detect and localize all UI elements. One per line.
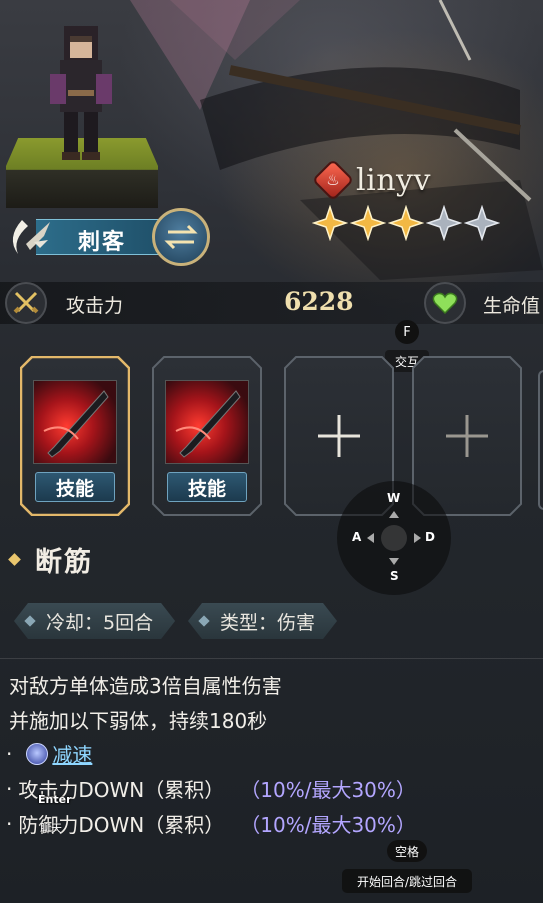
skill-tag: 技能	[35, 472, 115, 502]
debuff-def-row: · 防御力DOWN（累积） （10%/最大30%）	[6, 809, 416, 838]
skill-slot-2[interactable]: 技能	[152, 356, 262, 516]
diamond-icon	[8, 553, 21, 566]
swap-class-button[interactable]	[152, 208, 210, 266]
divider	[0, 658, 543, 659]
slow-clock-icon	[26, 742, 49, 765]
swap-arrows-icon	[164, 224, 198, 250]
debuff-slow-row: · 减速	[6, 739, 92, 768]
skill-description-line-1: 对敌方单体造成3倍自属性伤害	[9, 674, 282, 698]
turn-key-hint: 空格	[387, 840, 427, 862]
skill-slot-1[interactable]: 技能	[20, 356, 130, 516]
virtual-dpad[interactable]: W A D S	[337, 481, 451, 595]
skill-tag: 技能	[167, 472, 247, 502]
dagger-skill-icon	[165, 380, 249, 464]
star-rating	[312, 205, 500, 241]
dpad-arrows-icon	[367, 511, 421, 565]
interact-key-hint: F	[395, 320, 419, 344]
fire-element-icon: ♨	[311, 158, 355, 202]
crescent-blade-icon	[12, 220, 50, 254]
hp-label: 生命值	[483, 295, 541, 317]
chat-key-hint: Enter	[38, 793, 72, 806]
atk-label: 攻击力	[66, 295, 124, 317]
debuff-atk-pct: （10%/最大30%）	[240, 778, 416, 802]
debuff-slow-link[interactable]: 减速	[52, 739, 92, 768]
turn-hint-label[interactable]: 开始回合/跳过回合	[342, 869, 472, 893]
atk-value: 6228	[284, 287, 354, 316]
character-name: linyv	[356, 162, 431, 198]
skill-title: 断筋	[35, 547, 93, 578]
diamond-icon	[198, 615, 209, 626]
star-empty-icon	[464, 205, 500, 241]
star-empty-icon	[426, 205, 462, 241]
star-filled-icon	[388, 205, 424, 241]
crossed-swords-icon	[5, 282, 47, 324]
assassin-sprite-icon	[50, 26, 112, 160]
class-label: 刺客	[78, 230, 127, 255]
character-name-row: ♨ linyv	[311, 158, 431, 202]
skill-slot-5-partial[interactable]	[538, 370, 543, 510]
cooldown-text: 冷却：5回合	[46, 611, 154, 634]
skill-description-line-2: 并施加以下弱体，持续180秒	[9, 709, 268, 733]
character-sprite[interactable]	[6, 10, 158, 208]
class-badge: 刺客	[4, 208, 214, 266]
star-filled-icon	[350, 205, 386, 241]
chat-hint-label: 聊天	[40, 822, 62, 835]
debuff-def-pct: （10%/最大30%）	[240, 813, 416, 837]
heart-icon	[424, 282, 466, 324]
type-text: 类型：伤害	[220, 611, 316, 634]
stat-row: 攻击力 6228 生命值	[0, 280, 543, 326]
star-filled-icon	[312, 205, 348, 241]
dagger-skill-icon	[33, 380, 117, 464]
type-pill: 类型：伤害	[188, 603, 337, 639]
diamond-icon	[24, 615, 35, 626]
skill-title-row: 断筋	[8, 540, 93, 579]
cooldown-pill: 冷却：5回合	[14, 603, 175, 639]
